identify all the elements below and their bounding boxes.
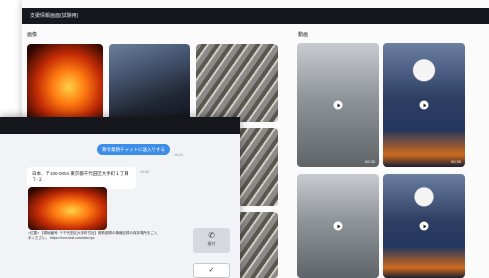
address-message: 日本、〒100-0004 東京都千代田区大手町１丁目７-２	[27, 167, 136, 189]
images-section-label: 画像	[27, 32, 38, 38]
window-title: 支援情報画面(試験用)	[30, 13, 79, 19]
videos-section-label: 動画	[298, 32, 309, 38]
image-thumbnail-fire[interactable]	[27, 44, 103, 122]
photo-image	[28, 187, 107, 230]
message-time: 10:24	[174, 153, 183, 157]
phone-icon: ✆	[208, 231, 215, 240]
confirm-button[interactable]: ✓	[193, 263, 230, 278]
play-icon	[333, 221, 343, 231]
play-icon	[419, 100, 429, 110]
play-icon	[333, 100, 343, 110]
checkmark-icon: ✓	[208, 267, 215, 274]
video-thumbnail-rescue[interactable]: 00:30	[383, 43, 465, 167]
photo-message[interactable]	[28, 187, 107, 230]
video-thumbnail-rescue-2[interactable]	[383, 174, 465, 278]
image-thumbnail-firefighters[interactable]	[109, 44, 190, 122]
video-thumbnail-ladder[interactable]: 00:30	[297, 43, 379, 167]
chat-header	[0, 117, 240, 134]
chat-window: 救令業務チャットに送入りする 10:24 日本、〒100-0004 東京都千代田…	[0, 117, 240, 278]
image-thumbnail-building[interactable]	[196, 44, 278, 122]
attach-call-label: 接付	[207, 241, 216, 246]
location-note: <位置> 【現地番号: 〒千代田区大手町付近】救助部隊の情報記録の保存場所をご入…	[28, 231, 158, 240]
send-to-chat-button[interactable]: 救令業務チャットに送入りする	[97, 144, 170, 155]
window-header: 支援情報画面(試験用)	[22, 8, 489, 24]
video-duration: 00:30	[450, 159, 461, 164]
message-time: 10:33	[140, 170, 149, 174]
attach-call-button[interactable]: ✆ 接付	[193, 228, 230, 253]
play-icon	[419, 221, 429, 231]
video-thumbnail-ladder-2[interactable]	[297, 174, 379, 278]
video-duration: 00:30	[364, 159, 375, 164]
